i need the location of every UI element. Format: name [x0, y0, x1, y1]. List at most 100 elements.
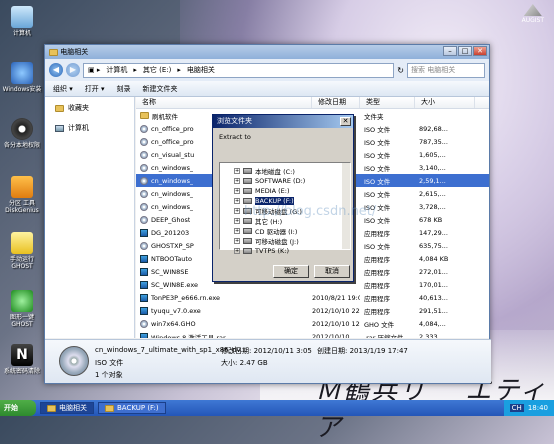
close-button[interactable]: ✕	[473, 46, 487, 56]
expand-icon[interactable]: +	[234, 218, 240, 224]
file-row[interactable]: TonPE3P_e666.rn.exe 2010/8/21 19:09 应用程序 40…	[136, 291, 489, 304]
burn-button[interactable]: 刻录	[117, 84, 131, 94]
col-name[interactable]: 名称	[136, 97, 312, 108]
expand-icon[interactable]: +	[234, 208, 240, 214]
ghost-icon	[11, 232, 33, 254]
blog-watermark: http://blog.csdn.net/	[244, 204, 377, 219]
brand-mark-icon	[523, 4, 542, 16]
disc-image-icon	[140, 163, 148, 172]
disc-image-icon	[140, 189, 148, 198]
breadcrumb-drive[interactable]: 其它 (E:)	[143, 65, 171, 75]
forward-arrow-icon[interactable]: ▶	[66, 63, 80, 77]
file-name: cn_windows_	[151, 189, 194, 198]
file-date: 2012/10/10 12:...	[312, 319, 360, 328]
file-size: 635,75...	[419, 241, 448, 250]
start-button[interactable]: 开始	[0, 400, 36, 416]
file-row[interactable]: tyuqu_v7.0.exe 2012/10/10 22:... 应用程序 291,5…	[136, 304, 489, 317]
detail-size: 2.47 GB	[239, 359, 268, 367]
tree-node-label: TVTPS (K:)	[255, 247, 290, 255]
refresh-icon[interactable]: ↻	[397, 66, 404, 75]
disc-image-icon	[140, 124, 148, 133]
tree-node-label: MEDIA (E:)	[255, 187, 290, 195]
application-icon	[140, 267, 148, 276]
nav-favorites[interactable]: 收藏夹	[45, 101, 134, 115]
drive-icon	[243, 178, 252, 184]
desktop-icon-settings[interactable]: 各分本地权限	[2, 118, 42, 149]
cancel-button[interactable]: 取消	[314, 265, 350, 278]
search-input[interactable]: 搜索 电脑相关	[407, 62, 485, 78]
dialog-hint: Extract to	[219, 133, 251, 141]
navigation-pane: 收藏夹 计算机	[45, 97, 135, 338]
maximize-button[interactable]: □	[458, 46, 472, 56]
detail-modified: 2012/10/11 3:05	[253, 347, 312, 355]
desktop-icon-diskgenius[interactable]: 分区 工具 DiskGenius	[2, 176, 42, 214]
computer-small-icon: ▣ ▸	[88, 66, 101, 74]
window-titlebar[interactable]: 电脑相关	[45, 45, 489, 59]
minimize-button[interactable]: –	[443, 46, 457, 56]
expand-icon[interactable]: +	[234, 178, 240, 184]
breadcrumb-computer[interactable]: 计算机	[106, 65, 127, 75]
expand-icon[interactable]: +	[234, 188, 240, 194]
file-type: 应用程序	[364, 255, 390, 264]
file-name: cn_office_pro	[151, 124, 194, 133]
file-name: DEEP_Ghost	[151, 215, 191, 224]
column-header: 名称 修改日期 类型 大小	[136, 97, 489, 109]
file-name: cn_windows_	[151, 202, 194, 211]
file-name: tyuqu_v7.0.exe	[151, 306, 201, 315]
tree-node[interactable]: + SOFTWARE (D:)	[220, 176, 350, 186]
expand-icon[interactable]: +	[234, 228, 240, 234]
iso-file-icon	[59, 346, 89, 376]
ok-button[interactable]: 确定	[273, 265, 309, 278]
desktop-icon-password-clear[interactable]: N 系统密码清除	[2, 344, 42, 375]
new-folder-button[interactable]: 新建文件夹	[143, 84, 178, 94]
tree-node[interactable]: + 本地磁盘 (C:)	[220, 166, 350, 176]
file-size: 147,29...	[419, 228, 448, 237]
language-indicator[interactable]: CH	[509, 404, 524, 412]
detail-modified-label: 修改日期:	[221, 347, 252, 355]
col-size[interactable]: 大小	[415, 97, 475, 108]
file-type: 应用程序	[364, 229, 390, 238]
tree-node[interactable]: + MEDIA (E:)	[220, 186, 350, 196]
window-title: 电脑相关	[60, 48, 89, 56]
desktop-icon-onekey-ghost[interactable]: 图形一键 GHOST	[2, 290, 42, 328]
col-date[interactable]: 修改日期	[312, 97, 360, 108]
application-icon	[140, 306, 148, 315]
open-button[interactable]: 打开 ▾	[85, 84, 105, 94]
tree-node-label: CD 驱动器 (I:)	[255, 228, 298, 236]
file-row[interactable]: Windows 8 激活工具.rar 2012/10/10 ... .rar 压缩文…	[136, 330, 489, 338]
computer-small-icon	[55, 124, 64, 132]
address-path[interactable]: ▣ ▸ 计算机 ▸ 其它 (E:) ▸ 电脑相关	[83, 62, 395, 78]
detail-count: 1 个对象	[95, 371, 123, 379]
file-size: 4,084,...	[419, 319, 446, 328]
expand-icon[interactable]: +	[234, 198, 240, 204]
desktop-icon-label: Windows安装	[2, 86, 42, 93]
desktop-icon-label: 系统密码清除	[3, 368, 40, 375]
expand-icon[interactable]: +	[234, 248, 240, 254]
windows-setup-icon	[11, 62, 33, 84]
toolbar: 组织 ▾ 打开 ▾ 刻录 新建文件夹	[45, 81, 489, 97]
file-size: 3,140,...	[419, 163, 446, 172]
back-arrow-icon[interactable]: ◀	[49, 63, 63, 77]
drive-icon	[243, 248, 252, 254]
breadcrumb-folder[interactable]: 电脑相关	[187, 65, 215, 75]
expand-icon[interactable]: +	[234, 168, 240, 174]
desktop-icon-ghost[interactable]: 手动运行 GHOST	[2, 232, 42, 270]
file-row[interactable]: win7x64.GHO 2012/10/10 12:... GHO 文件 4,084,…	[136, 317, 489, 330]
file-name: SC_WIN8SE	[151, 267, 189, 276]
nav-computer[interactable]: 计算机	[45, 121, 134, 135]
dialog-title[interactable]: 浏览文件夹	[213, 115, 353, 128]
desktop-icon-computer[interactable]: 计算机	[2, 6, 42, 37]
task-backup[interactable]: BACKUP (F:)	[98, 402, 166, 414]
desktop-icon-windows-setup[interactable]: Windows安装	[2, 62, 42, 93]
tree-node[interactable]: + 可移动磁盘 (J:)	[220, 236, 350, 246]
clock[interactable]: 18:40	[528, 404, 548, 412]
tree-node[interactable]: + CD 驱动器 (I:)	[220, 226, 350, 236]
tree-node[interactable]: + TVTPS (K:)	[220, 246, 350, 256]
expand-icon[interactable]: +	[234, 238, 240, 244]
task-explorer[interactable]: 电脑相关	[40, 402, 94, 414]
tree-node-label: 可移动磁盘 (J:)	[255, 238, 299, 246]
dialog-close-button[interactable]: ✕	[340, 117, 351, 126]
gear-icon	[11, 118, 33, 140]
col-type[interactable]: 类型	[360, 97, 415, 108]
organize-button[interactable]: 组织 ▾	[53, 84, 73, 94]
